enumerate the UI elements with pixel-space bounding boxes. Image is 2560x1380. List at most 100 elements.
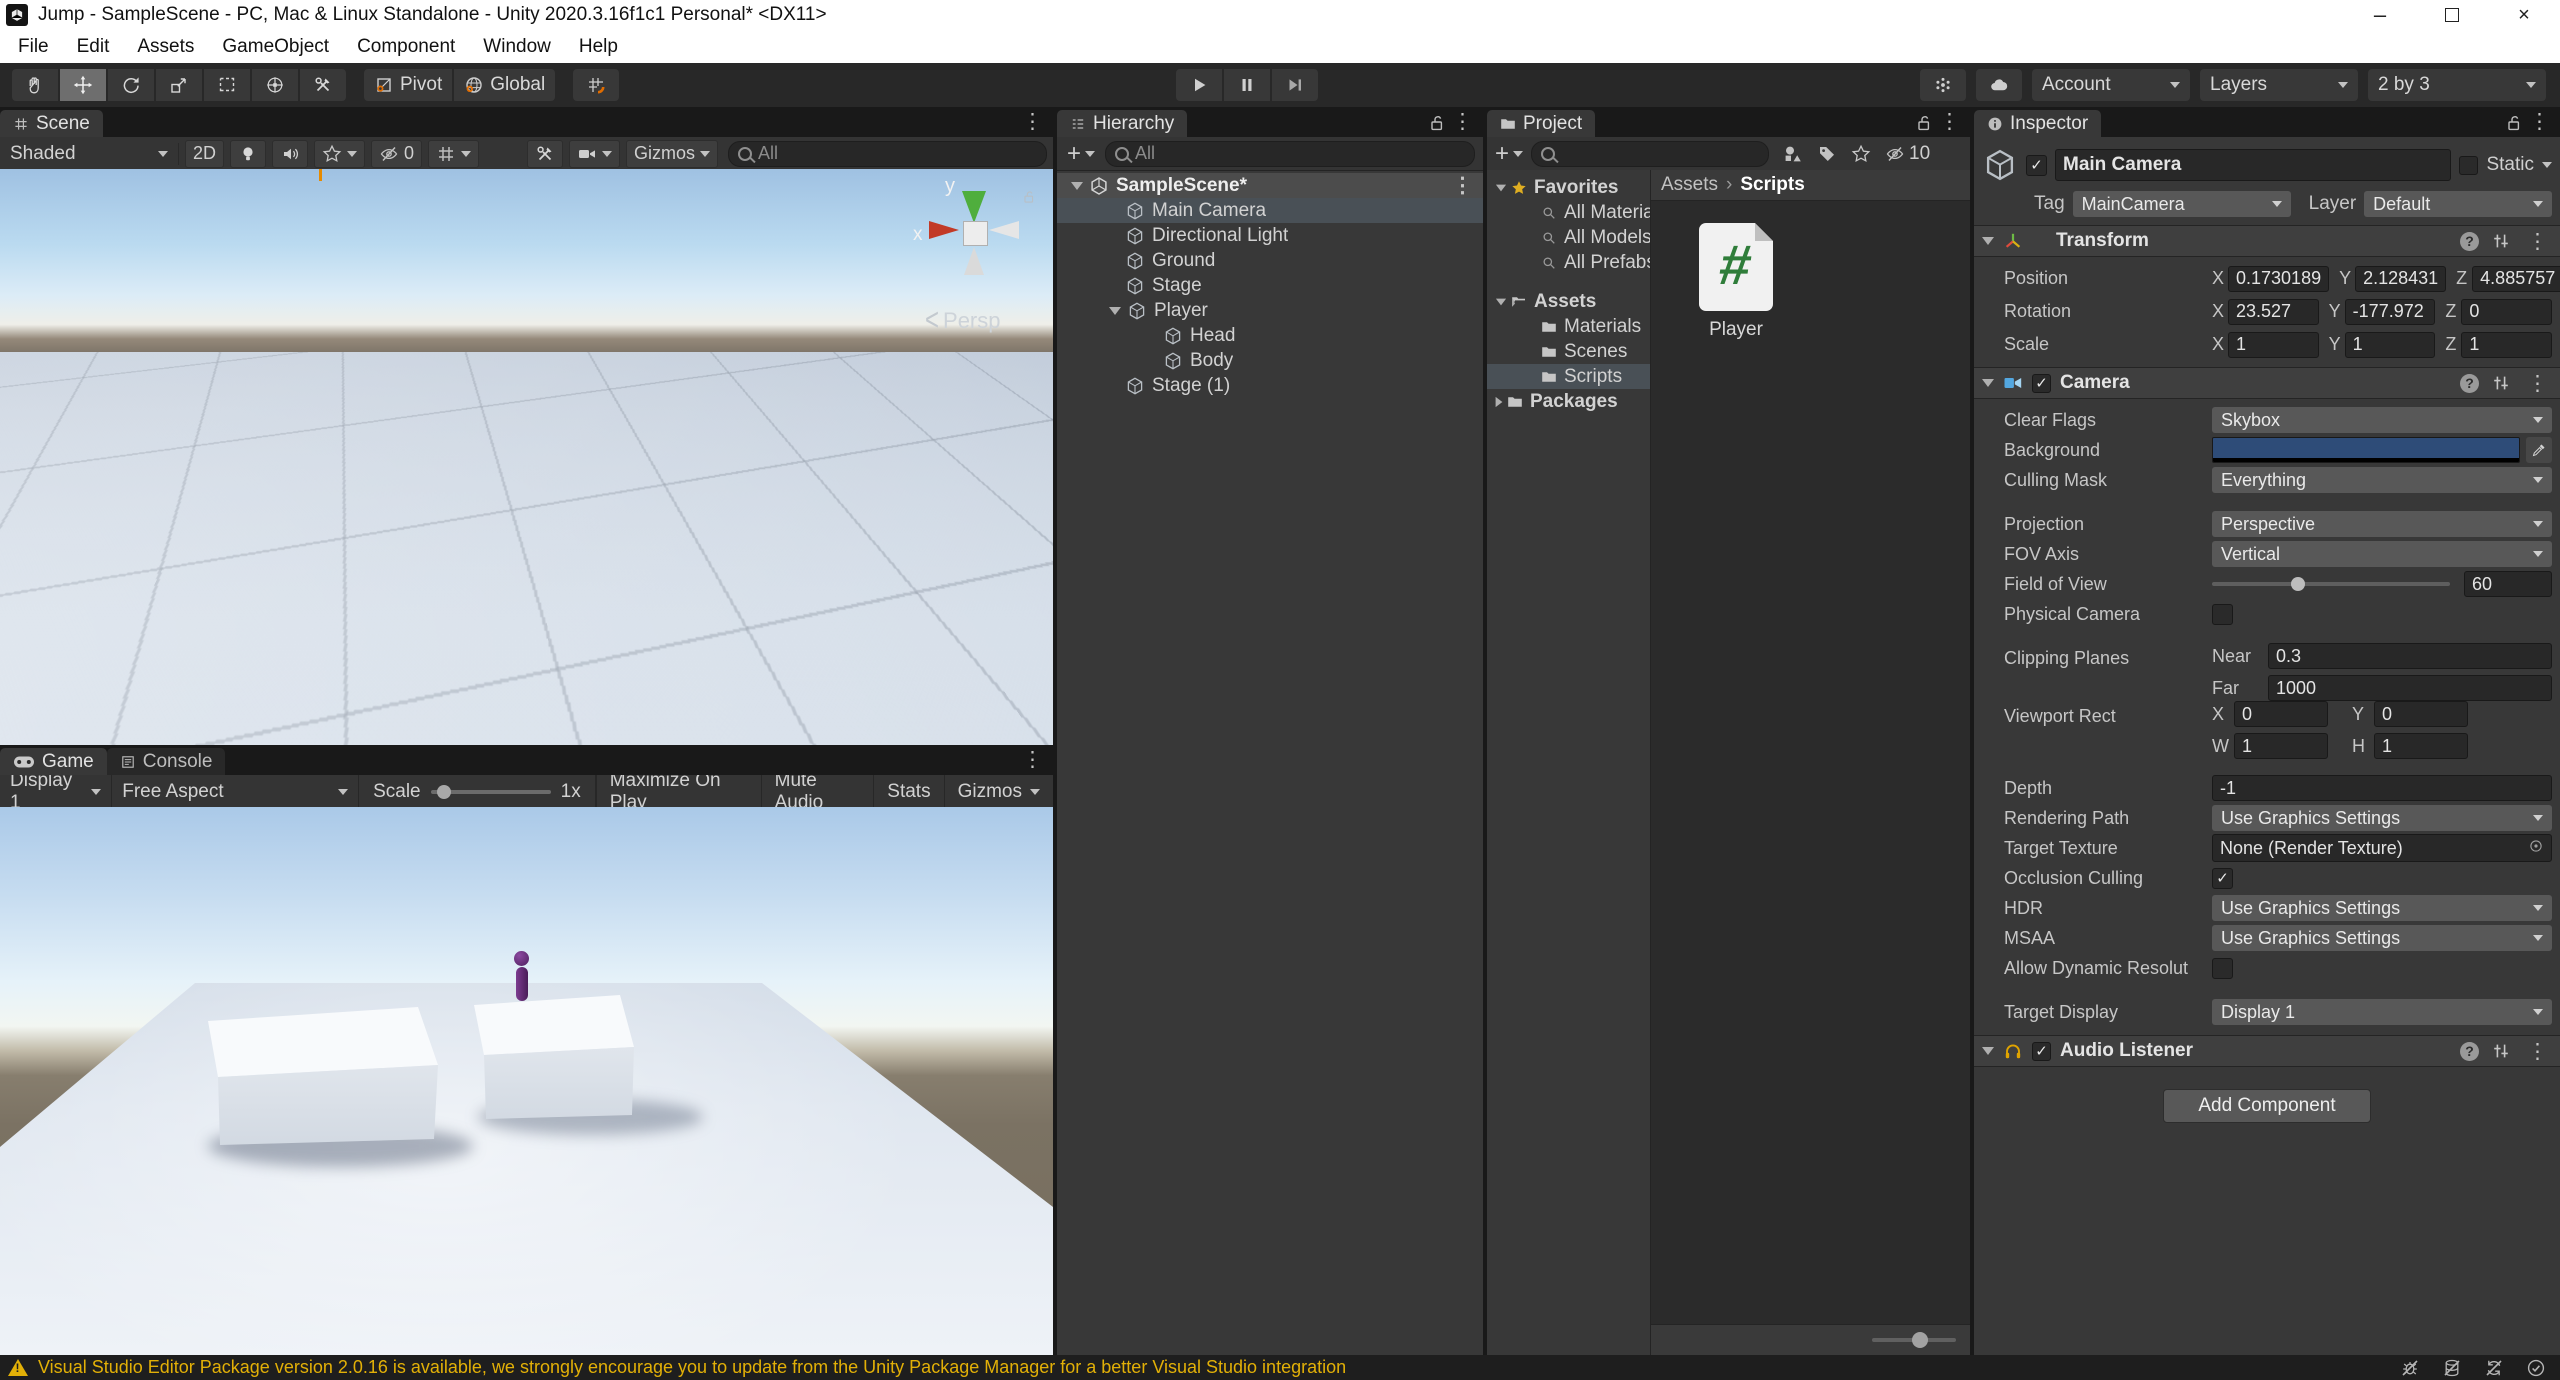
gizmo-down-cone[interactable]: [964, 247, 984, 275]
clipping-near-field[interactable]: 0.3: [2268, 643, 2552, 669]
menu-window[interactable]: Window: [469, 30, 565, 63]
camera-target-texture-object-field[interactable]: None (Render Texture): [2212, 834, 2552, 862]
project-folder-favorites[interactable]: Favorites: [1487, 175, 1650, 200]
camera-clear-flags-dropdown[interactable]: Skybox: [2212, 407, 2552, 433]
sync-slash-icon[interactable]: [2484, 1358, 2504, 1378]
transform-scale-y-field[interactable]: 1: [2345, 332, 2436, 358]
component-kebab[interactable]: ⋮: [2523, 373, 2552, 394]
scene-camera-dropdown[interactable]: [569, 140, 620, 168]
object-picker-icon[interactable]: [2528, 838, 2544, 859]
static-dropdown-caret[interactable]: [2542, 162, 2552, 173]
hierarchy-item-ground[interactable]: Ground: [1057, 248, 1483, 273]
foldout-arrow[interactable]: [1496, 396, 1503, 406]
camera-hdr-dropdown[interactable]: Use Graphics Settings: [2212, 895, 2552, 921]
camera-enabled-checkbox[interactable]: ✓: [2032, 374, 2051, 393]
breadcrumb-root[interactable]: Assets: [1661, 174, 1718, 196]
collab-button[interactable]: [1920, 69, 1966, 101]
transform-position-y-field[interactable]: 2.128431: [2355, 266, 2446, 292]
gizmo-cube[interactable]: [963, 221, 988, 246]
camera-occlusion-culling-checkbox[interactable]: ✓: [2212, 868, 2233, 889]
audio-listener-header[interactable]: ✓ Audio Listener ? ⋮: [1974, 1035, 2560, 1067]
help-icon[interactable]: ?: [2460, 232, 2479, 251]
play-button[interactable]: [1176, 69, 1222, 101]
camera-rendering-path-dropdown[interactable]: Use Graphics Settings: [2212, 805, 2552, 831]
hierarchy-item-stage-1[interactable]: Stage (1): [1057, 373, 1483, 398]
camera-fov-axis-dropdown[interactable]: Vertical: [2212, 541, 2552, 567]
account-dropdown[interactable]: Account: [2032, 69, 2190, 101]
hierarchy-item-body[interactable]: Body: [1057, 348, 1483, 373]
project-folder-scripts[interactable]: Scripts: [1487, 364, 1650, 389]
component-kebab[interactable]: ⋮: [2523, 231, 2552, 252]
camera-depth-field[interactable]: -1: [2212, 775, 2552, 801]
gizmo-x-cone[interactable]: [929, 221, 959, 239]
2d-toggle[interactable]: 2D: [185, 140, 224, 168]
scene-orientation-gizmo[interactable]: y x <Persp: [925, 177, 1053, 327]
project-folder-packages[interactable]: Packages: [1487, 389, 1650, 414]
viewport-rect-w-field[interactable]: 1: [2234, 733, 2328, 759]
inspector-menu-kebab[interactable]: ⋮: [2525, 111, 2554, 132]
audio-listener-enabled-checkbox[interactable]: ✓: [2032, 1042, 2051, 1061]
transform-position-x-field[interactable]: 0.1730189: [2228, 266, 2329, 292]
hierarchy-item-main-camera[interactable]: Main Camera: [1057, 198, 1483, 223]
foldout-arrow[interactable]: [1071, 182, 1083, 190]
lock-open-icon[interactable]: [1427, 113, 1447, 133]
move-tool-button[interactable]: [60, 69, 106, 101]
project-folder-all-prefabs[interactable]: All Prefabs: [1487, 250, 1650, 275]
hierarchy-item-samplescene[interactable]: SampleScene*⋮: [1057, 173, 1483, 198]
tab-game[interactable]: Game: [0, 748, 107, 775]
pivot-toggle[interactable]: Pivot: [364, 69, 452, 101]
tag-icon[interactable]: [1817, 144, 1837, 164]
camera-allow-dynamic-resolut-checkbox[interactable]: [2212, 958, 2233, 979]
db-slash-icon[interactable]: [2442, 1358, 2462, 1378]
rotate-tool-button[interactable]: [108, 69, 154, 101]
game-menu-kebab[interactable]: ⋮: [1018, 749, 1047, 770]
tab-hierarchy[interactable]: Hierarchy: [1057, 110, 1187, 137]
camera-component-header[interactable]: ✓ Camera ? ⋮: [1974, 367, 2560, 399]
presets-icon[interactable]: [2491, 373, 2511, 393]
star-outline-icon[interactable]: [1851, 144, 1871, 164]
transform-rotation-z-field[interactable]: 0: [2461, 299, 2552, 325]
scale-tool-button[interactable]: [156, 69, 202, 101]
scene-lighting-toggle[interactable]: [230, 140, 266, 168]
static-checkbox[interactable]: [2459, 156, 2478, 175]
transform-scale-z-field[interactable]: 1: [2461, 332, 2552, 358]
lock-open-icon[interactable]: [1914, 113, 1934, 133]
maximize-button[interactable]: [2416, 0, 2488, 30]
lock-open-icon[interactable]: [2504, 113, 2524, 133]
foldout-arrow[interactable]: [1496, 184, 1506, 191]
scene-search-input[interactable]: All: [728, 141, 1047, 167]
scene-audio-toggle[interactable]: [272, 140, 308, 168]
hierarchy-search-input[interactable]: All: [1105, 141, 1475, 167]
foldout-arrow[interactable]: [1982, 1047, 1994, 1055]
menu-gameobject[interactable]: GameObject: [208, 30, 343, 63]
gizmos-button[interactable]: Gizmos: [944, 775, 1053, 808]
shapes-icon[interactable]: [1783, 144, 1803, 164]
draw-mode-dropdown[interactable]: Shaded: [6, 143, 172, 165]
project-folder-all-models[interactable]: All Models: [1487, 225, 1650, 250]
scene-kebab[interactable]: ⋮: [1448, 175, 1477, 196]
hierarchy-item-directional-light[interactable]: Directional Light: [1057, 223, 1483, 248]
viewport-rect-y-field[interactable]: 0: [2374, 701, 2468, 727]
tag-dropdown[interactable]: MainCamera: [2073, 191, 2291, 217]
presets-icon[interactable]: [2491, 231, 2511, 251]
transform-position-z-field[interactable]: 4.885757: [2472, 266, 2560, 292]
grid-snapping-button[interactable]: [573, 69, 619, 101]
project-hidden-count[interactable]: 10: [1885, 143, 1930, 165]
project-search-input[interactable]: [1531, 141, 1769, 167]
rect-tool-button[interactable]: [204, 69, 250, 101]
foldout-arrow[interactable]: [1496, 298, 1506, 305]
camera-projection-dropdown[interactable]: Perspective: [2212, 511, 2552, 537]
foldout-arrow[interactable]: [1982, 237, 1994, 245]
global-toggle[interactable]: Global: [454, 69, 555, 101]
scene-effects-dropdown[interactable]: [314, 140, 365, 168]
aspect-dropdown[interactable]: Free Aspect: [112, 775, 359, 808]
scene-grid-dropdown[interactable]: [428, 140, 479, 168]
mute-audio-button[interactable]: Mute Audio: [761, 775, 874, 808]
hierarchy-item-stage[interactable]: Stage: [1057, 273, 1483, 298]
transform-tool-button[interactable]: [252, 69, 298, 101]
add-component-button[interactable]: Add Component: [2163, 1089, 2371, 1123]
cloud-button[interactable]: [1976, 69, 2022, 101]
fov-slider[interactable]: [2212, 582, 2450, 586]
status-message[interactable]: Visual Studio Editor Package version 2.0…: [38, 1357, 1346, 1378]
help-icon[interactable]: ?: [2460, 374, 2479, 393]
